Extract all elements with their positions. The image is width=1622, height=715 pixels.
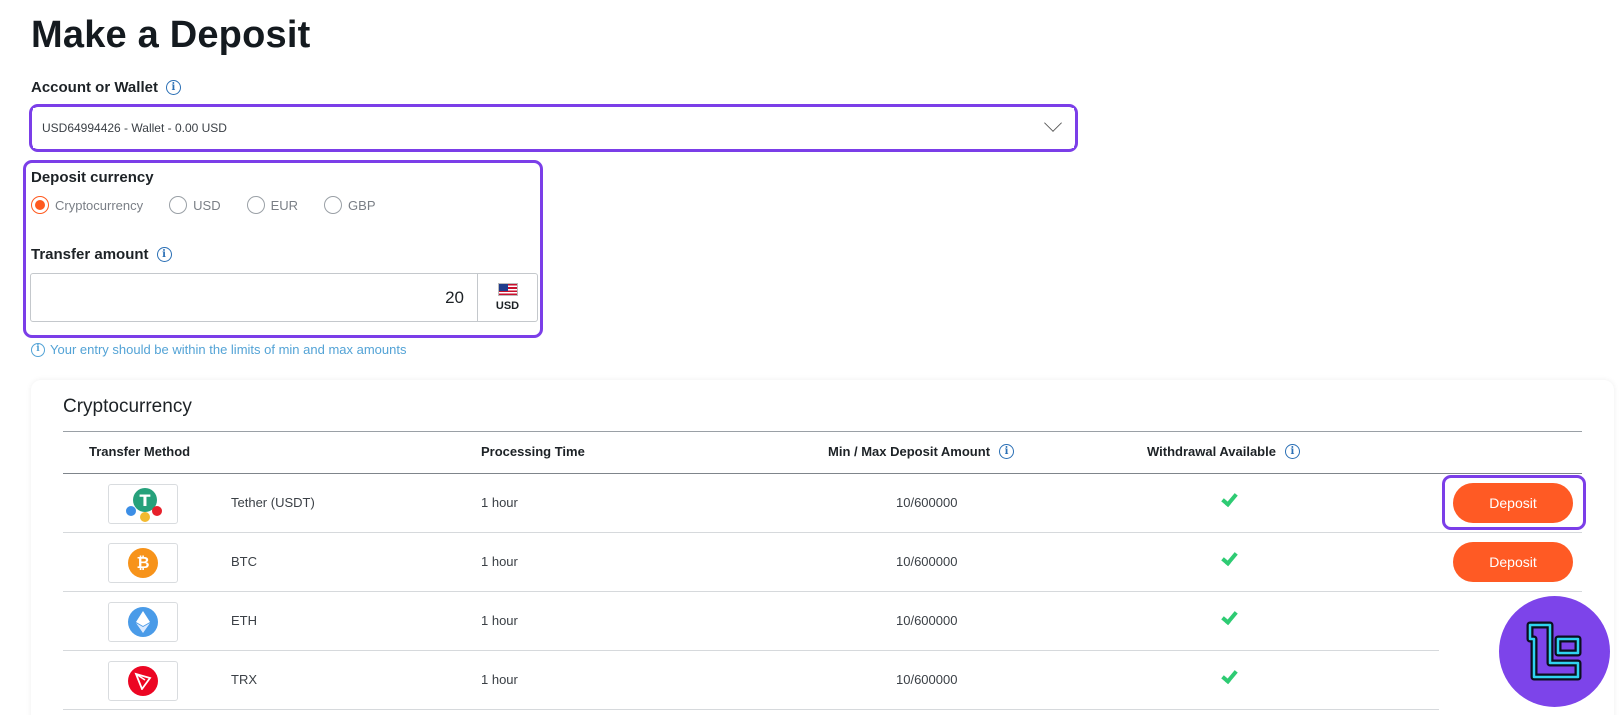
tether-icon: T: [126, 488, 162, 522]
card-title: Cryptocurrency: [63, 396, 192, 417]
info-icon[interactable]: i: [165, 80, 181, 95]
column-header-method: Transfer Method: [89, 444, 190, 459]
deposit-limits: 10/600000: [896, 554, 958, 569]
table-row: T Tether (USDT) 1 hour 10/600000 Deposit: [63, 474, 1582, 533]
bitcoin-logo: ₿: [108, 543, 178, 583]
column-header-text: Processing Time: [481, 444, 585, 459]
tron-icon: [128, 666, 158, 696]
radio-label: USD: [193, 197, 221, 213]
radio-selected-icon[interactable]: [31, 196, 49, 214]
row-divider: [63, 709, 1439, 710]
check-icon: [1221, 489, 1238, 508]
radio-gbp[interactable]: GBP: [324, 196, 376, 214]
radio-icon[interactable]: [324, 196, 343, 214]
tradingfinder-logo-icon: [1499, 596, 1610, 707]
transfer-amount-input[interactable]: [31, 274, 477, 321]
deposit-currency-options: Cryptocurrency USD EUR GBP: [31, 196, 376, 214]
processing-time: 1 hour: [481, 554, 518, 569]
account-wallet-label: Account or Wallet i: [31, 79, 181, 96]
transfer-amount-label-text: Transfer amount: [31, 246, 149, 263]
column-header-processing: Processing Time: [481, 444, 585, 459]
column-header-text: Transfer Method: [89, 444, 191, 459]
deposit-limits: 10/600000: [896, 613, 958, 628]
tron-logo: [108, 661, 178, 701]
column-header-text: Withdrawal Available: [1147, 444, 1276, 459]
radio-icon[interactable]: [169, 196, 188, 214]
deposit-currency-label: Deposit currency: [31, 169, 154, 186]
deposit-button[interactable]: Deposit: [1453, 542, 1573, 582]
check-icon: [1221, 607, 1238, 626]
processing-time: 1 hour: [481, 613, 518, 628]
info-icon[interactable]: i: [1284, 444, 1300, 459]
radio-label: Cryptocurrency: [55, 197, 144, 213]
method-name: Tether (USDT): [231, 495, 315, 510]
column-header-text: Min / Max Deposit Amount: [828, 444, 991, 459]
page-title: Make a Deposit: [31, 14, 311, 56]
table-row: ₿ BTC 1 hour 10/600000 Deposit: [63, 533, 1582, 592]
table-row: TRX 1 hour 10/600000: [63, 651, 1582, 710]
radio-icon[interactable]: [246, 196, 265, 214]
column-header-limits: Min / Max Deposit Amount i: [828, 444, 1015, 459]
info-icon[interactable]: i: [156, 247, 172, 262]
ethereum-logo: [108, 602, 178, 642]
amount-hint-text: Your entry should be within the limits o…: [50, 342, 407, 357]
column-header-withdrawal: Withdrawal Available i: [1147, 444, 1300, 459]
radio-cryptocurrency[interactable]: Cryptocurrency: [31, 196, 143, 214]
method-name: TRX: [231, 672, 257, 687]
bitcoin-icon: ₿: [128, 548, 158, 578]
radio-label: GBP: [348, 197, 376, 213]
currency-indicator: USD: [477, 274, 537, 321]
check-icon: [1221, 666, 1238, 685]
table-row: ETH 1 hour 10/600000: [63, 592, 1582, 651]
radio-eur[interactable]: EUR: [246, 196, 299, 214]
info-icon[interactable]: i: [999, 444, 1015, 459]
transfer-amount-label: Transfer amount i: [31, 246, 172, 263]
transfer-amount-field: USD: [30, 273, 538, 322]
svg-text:T: T: [140, 491, 151, 510]
account-select-value: USD64994426 - Wallet - 0.00 USD: [42, 121, 227, 135]
radio-usd[interactable]: USD: [169, 196, 221, 214]
us-flag-icon: [497, 283, 518, 296]
deposit-limits: 10/600000: [896, 495, 958, 510]
deposit-limits: 10/600000: [896, 672, 958, 687]
deposit-button-highlight: [1442, 475, 1586, 530]
table-top-divider: [63, 431, 1582, 432]
account-wallet-label-text: Account or Wallet: [31, 79, 158, 96]
radio-label: EUR: [270, 197, 299, 213]
currency-code: USD: [495, 300, 520, 312]
amount-hint: i Your entry should be within the limits…: [31, 342, 406, 357]
chevron-down-icon: [1044, 114, 1062, 132]
method-name: ETH: [231, 613, 257, 628]
check-icon: [1221, 548, 1238, 567]
info-icon: i: [31, 342, 45, 357]
account-select[interactable]: USD64994426 - Wallet - 0.00 USD: [33, 108, 1074, 148]
deposit-currency-label-text: Deposit currency: [31, 169, 154, 186]
ethereum-icon: [128, 607, 158, 637]
processing-time: 1 hour: [481, 672, 518, 687]
method-name: BTC: [231, 554, 257, 569]
processing-time: 1 hour: [481, 495, 518, 510]
tether-logo: T: [108, 484, 178, 524]
